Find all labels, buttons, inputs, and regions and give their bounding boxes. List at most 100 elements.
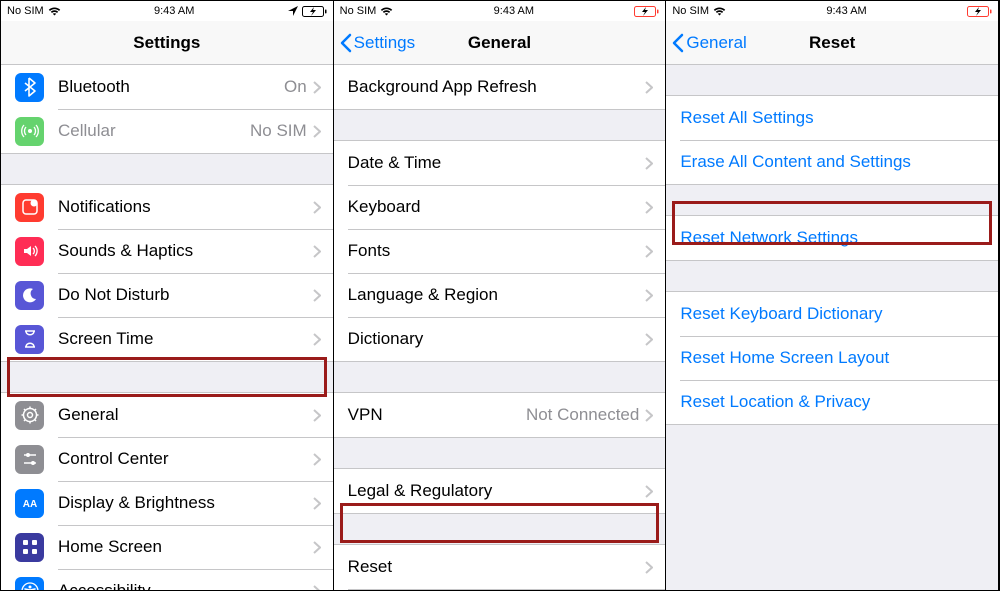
back-button[interactable]: Settings [340,33,415,53]
chevron-right-icon [313,289,321,302]
row-value: Not Connected [526,405,639,425]
battery-icon [302,6,327,17]
row-language-region[interactable]: Language & Region [334,273,666,317]
hourglass-icon [15,325,44,354]
back-label: Settings [354,33,415,53]
row-label: Date & Time [348,153,442,173]
chevron-right-icon [313,333,321,346]
chevron-right-icon [313,81,321,94]
general-list[interactable]: Background App Refresh Date & Time Keybo… [334,65,666,590]
row-label: Bluetooth [58,77,130,97]
row-label: Reset Network Settings [680,228,858,248]
row-dictionary[interactable]: Dictionary [334,317,666,361]
status-bar: No SIM 9:43 AM [1,1,333,21]
row-value: No SIM [250,121,307,141]
row-reset[interactable]: Reset [334,545,666,589]
row-date-time[interactable]: Date & Time [334,141,666,185]
row-reset-location-privacy[interactable]: Reset Location & Privacy [666,380,998,424]
row-reset-home-layout[interactable]: Reset Home Screen Layout [666,336,998,380]
row-reset-network[interactable]: Reset Network Settings [666,216,998,260]
chevron-right-icon [645,333,653,346]
battery-icon [634,6,659,17]
row-display[interactable]: AA Display & Brightness [1,481,333,525]
nav-bar: General Reset [666,21,998,65]
row-general[interactable]: General [1,393,333,437]
row-reset-all[interactable]: Reset All Settings [666,96,998,140]
row-label: Notifications [58,197,151,217]
chevron-right-icon [313,201,321,214]
row-label: Erase All Content and Settings [680,152,911,172]
row-label: Screen Time [58,329,153,349]
settings-screen: No SIM 9:43 AM Settings Bluetooth On [1,1,334,590]
carrier-label: No SIM [672,5,709,17]
row-label: Legal & Regulatory [348,481,493,501]
row-screentime[interactable]: Screen Time [1,317,333,361]
row-accessibility[interactable]: Accessibility [1,569,333,590]
location-icon [288,6,298,16]
chevron-right-icon [645,485,653,498]
row-label: Keyboard [348,197,421,217]
clock-label: 9:43 AM [826,5,866,17]
row-cellular[interactable]: Cellular No SIM [1,109,333,153]
row-reset-keyboard-dict[interactable]: Reset Keyboard Dictionary [666,292,998,336]
row-vpn[interactable]: VPN Not Connected [334,393,666,437]
row-home-screen[interactable]: Home Screen [1,525,333,569]
row-erase-all[interactable]: Erase All Content and Settings [666,140,998,184]
wifi-icon [48,7,61,16]
chevron-right-icon [313,409,321,422]
row-label: Language & Region [348,285,498,305]
row-label: Sounds & Haptics [58,241,193,261]
chevron-right-icon [313,453,321,466]
chevron-right-icon [645,289,653,302]
sliders-icon [15,445,44,474]
carrier-label: No SIM [7,5,44,17]
row-label: Reset [348,557,392,577]
row-background-app-refresh[interactable]: Background App Refresh [334,65,666,109]
settings-list[interactable]: Bluetooth On Cellular No SIM Notificatio… [1,65,333,590]
moon-icon [15,281,44,310]
page-title: General [468,33,531,53]
row-legal[interactable]: Legal & Regulatory [334,469,666,513]
row-dnd[interactable]: Do Not Disturb [1,273,333,317]
row-notifications[interactable]: Notifications [1,185,333,229]
grid-icon [15,533,44,562]
chevron-right-icon [645,409,653,422]
nav-bar: Settings General [334,21,666,65]
row-shutdown[interactable]: Shut Down [334,589,666,590]
row-label: Reset Home Screen Layout [680,348,889,368]
chevron-right-icon [645,201,653,214]
row-keyboard[interactable]: Keyboard [334,185,666,229]
row-label: Display & Brightness [58,493,215,513]
display-icon: AA [15,489,44,518]
back-button[interactable]: General [672,33,746,53]
clock-label: 9:43 AM [494,5,534,17]
row-label: Accessibility [58,581,151,590]
row-sounds[interactable]: Sounds & Haptics [1,229,333,273]
nav-bar: Settings [1,21,333,65]
row-control-center[interactable]: Control Center [1,437,333,481]
row-label: Home Screen [58,537,162,557]
carrier-label: No SIM [340,5,377,17]
row-label: Control Center [58,449,169,469]
reset-screen: No SIM 9:43 AM General Reset Reset All S… [666,1,999,590]
chevron-right-icon [313,245,321,258]
clock-label: 9:43 AM [154,5,194,17]
status-bar: No SIM 9:43 AM [334,1,666,21]
row-label: Dictionary [348,329,424,349]
row-label: Fonts [348,241,391,261]
back-label: General [686,33,746,53]
chevron-right-icon [645,245,653,258]
row-fonts[interactable]: Fonts [334,229,666,273]
reset-list[interactable]: Reset All Settings Erase All Content and… [666,65,998,590]
accessibility-icon [15,577,44,591]
row-label: General [58,405,118,425]
chevron-right-icon [645,157,653,170]
notifications-icon [15,193,44,222]
chevron-right-icon [645,561,653,574]
chevron-right-icon [313,541,321,554]
chevron-right-icon [313,497,321,510]
page-title: Reset [809,33,855,53]
chevron-right-icon [645,81,653,94]
chevron-right-icon [313,585,321,591]
row-bluetooth[interactable]: Bluetooth On [1,65,333,109]
